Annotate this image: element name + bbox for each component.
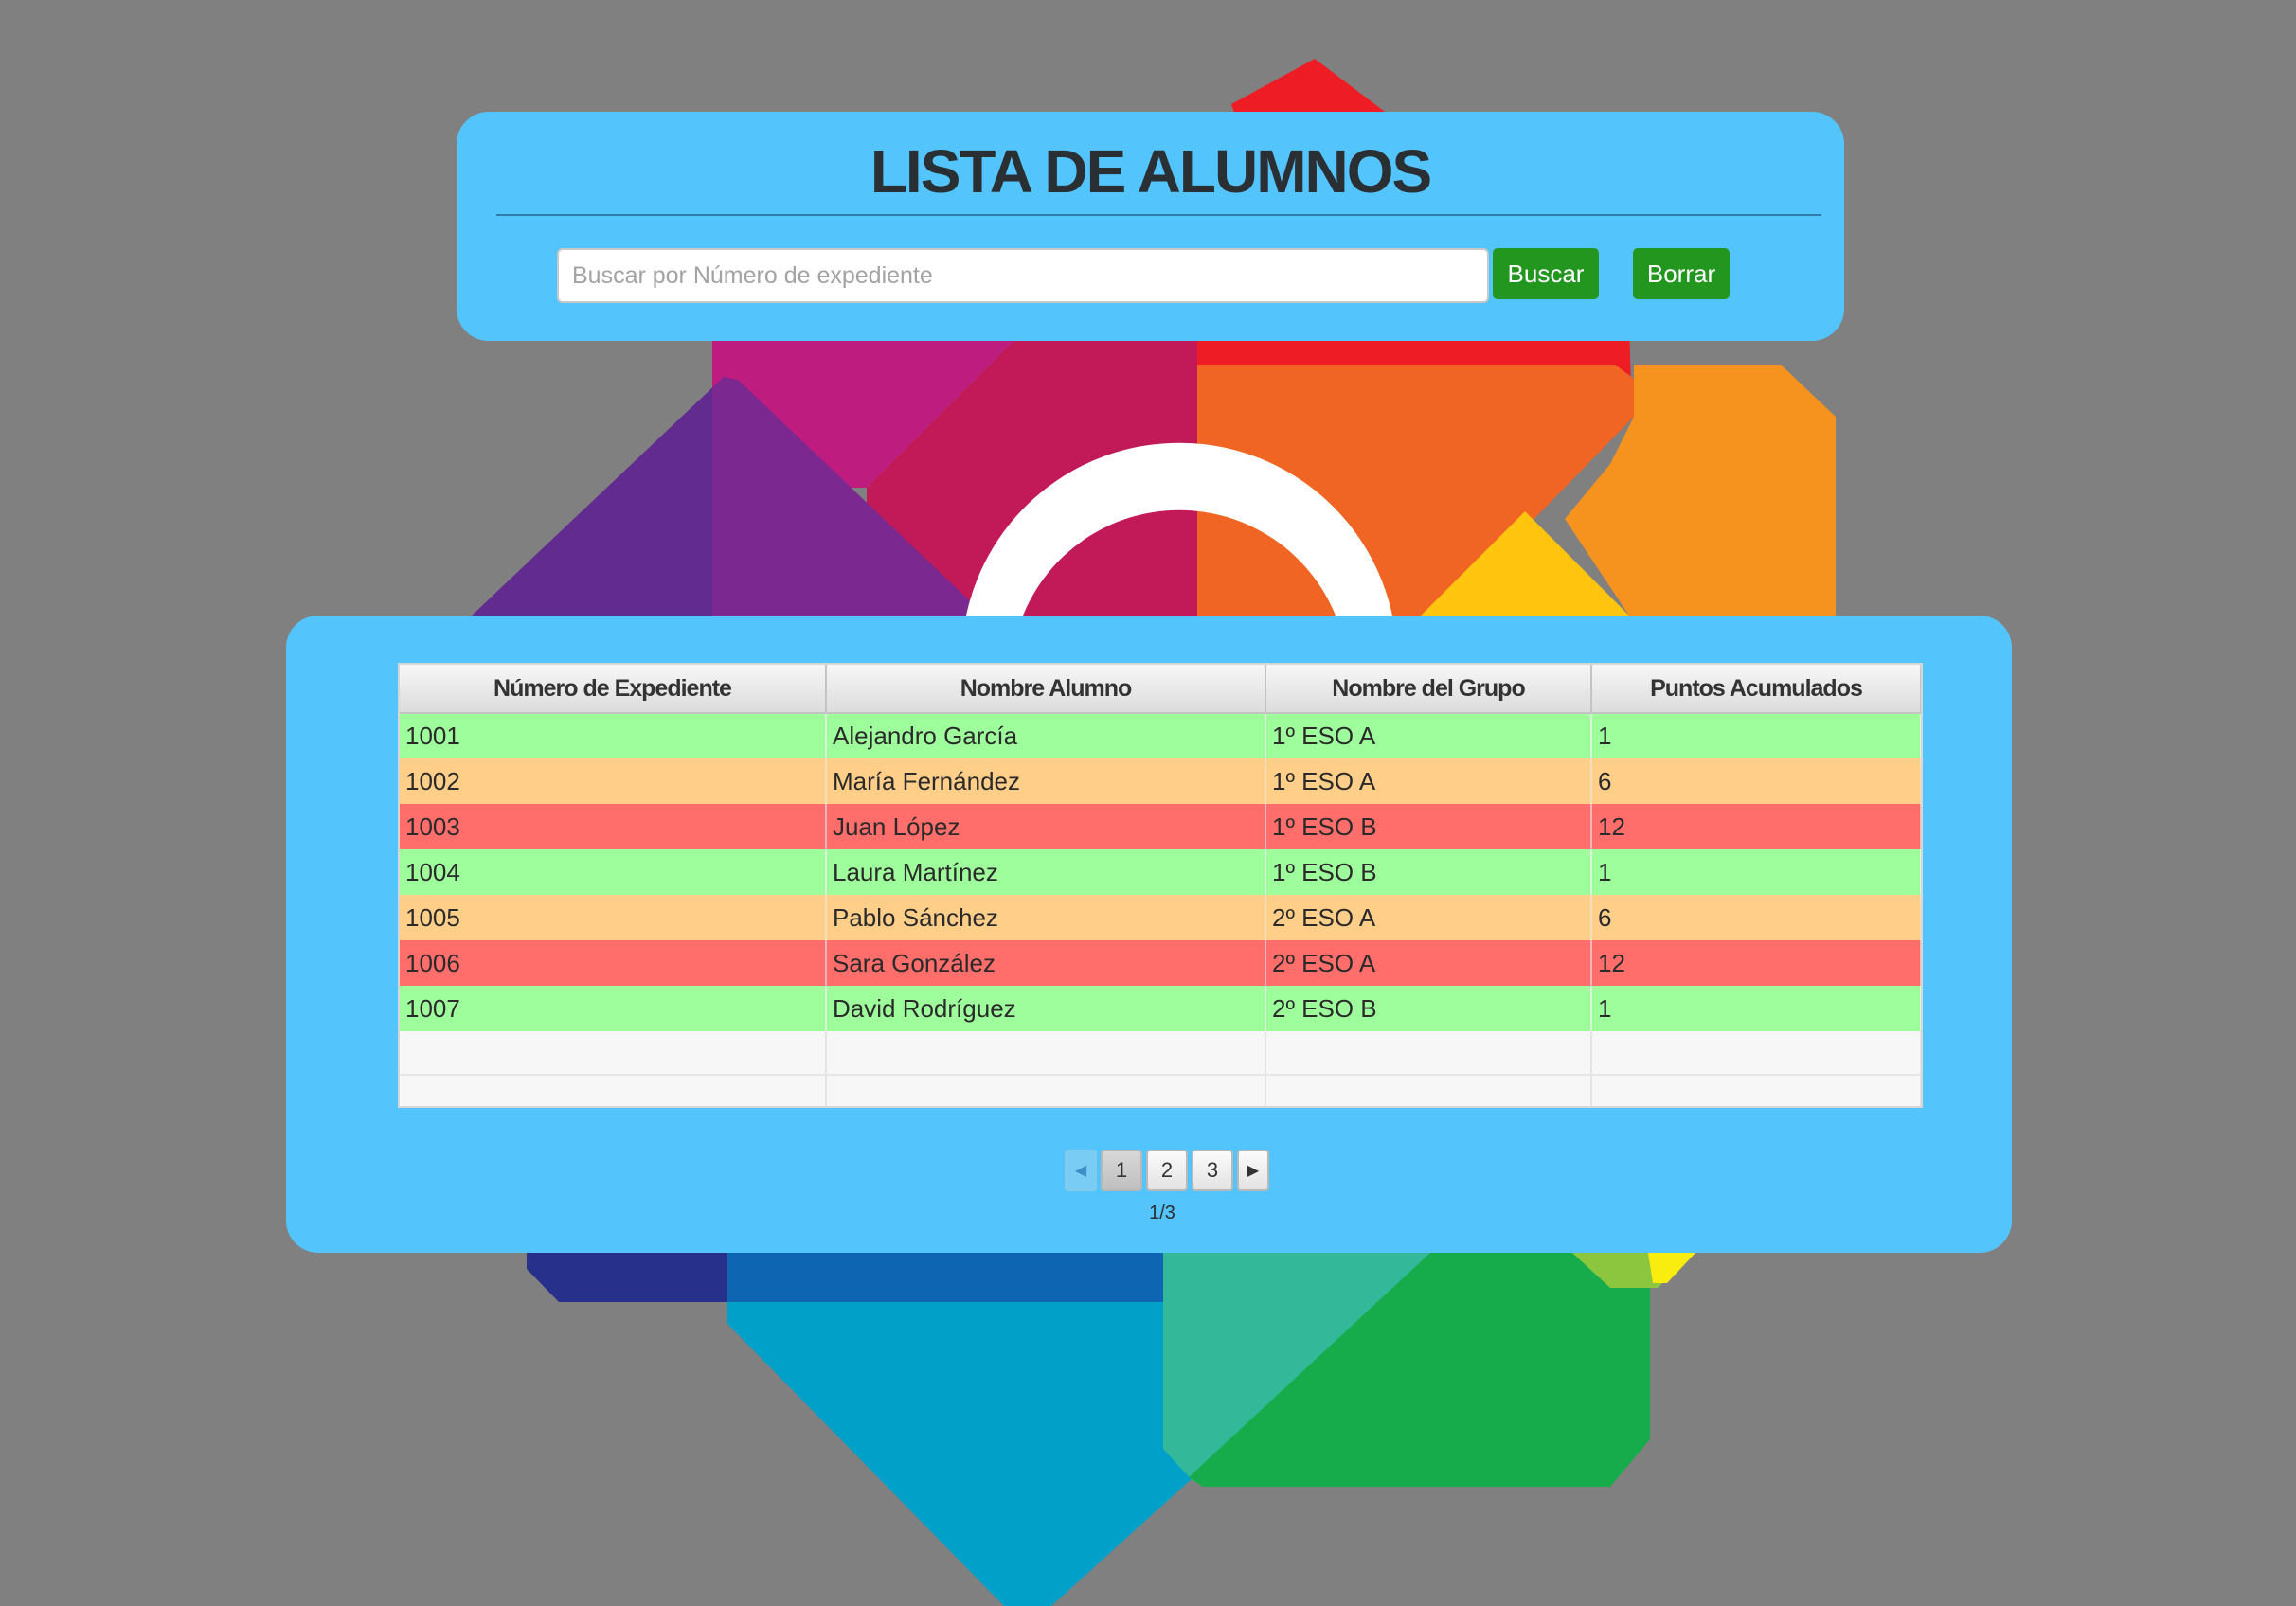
cell-grupo: 1º ESO B [1265,804,1592,849]
cell-puntos: 12 [1591,940,1921,986]
cell-expediente: 1007 [400,986,827,1031]
clear-button[interactable]: Borrar [1633,248,1730,299]
cell-nombre: Sara González [826,940,1266,986]
cell-grupo: 2º ESO A [1265,940,1592,986]
empty-row [400,1075,1921,1106]
table-row[interactable]: 1006 Sara González 2º ESO A 12 [400,940,1921,986]
empty-cell [826,1031,1266,1076]
page-button-1[interactable]: 1 [1101,1150,1142,1191]
cell-grupo: 1º ESO A [1265,713,1592,758]
empty-cell [400,1075,827,1106]
column-header-nombre[interactable]: Nombre Alumno [826,665,1266,714]
cell-nombre: Laura Martínez [826,849,1266,895]
column-header-expediente[interactable]: Número de Expediente [400,665,827,714]
empty-cell [400,1031,827,1076]
empty-cell [1591,1031,1921,1076]
table-row[interactable]: 1003 Juan López 1º ESO B 12 [400,804,1921,849]
cell-puntos: 1 [1591,986,1921,1031]
cell-puntos: 1 [1591,713,1921,758]
page-button-2[interactable]: 2 [1146,1150,1188,1191]
cell-puntos: 6 [1591,758,1921,804]
cell-nombre: María Fernández [826,758,1266,804]
table-header-row: Número de Expediente Nombre Alumno Nombr… [400,665,1921,714]
cell-expediente: 1001 [400,713,827,758]
triangle-left-icon: ◀ [1074,1163,1087,1179]
cell-puntos: 1 [1591,849,1921,895]
table-row[interactable]: 1001 Alejandro García 1º ESO A 1 [400,713,1921,758]
cell-nombre: Pablo Sánchez [826,895,1266,940]
cell-nombre: Alejandro García [826,713,1266,758]
empty-cell [826,1075,1266,1106]
cell-puntos: 6 [1591,895,1921,940]
table-row[interactable]: 1005 Pablo Sánchez 2º ESO A 6 [400,895,1921,940]
column-header-grupo[interactable]: Nombre del Grupo [1265,665,1592,714]
table-panel: Número de Expediente Nombre Alumno Nombr… [286,616,2012,1253]
students-table[interactable]: Número de Expediente Nombre Alumno Nombr… [398,663,1923,1108]
table-row[interactable]: 1004 Laura Martínez 1º ESO B 1 [400,849,1921,895]
cell-expediente: 1006 [400,940,827,986]
empty-cell [1591,1075,1921,1106]
prev-page-button[interactable]: ◀ [1065,1150,1097,1191]
cell-grupo: 2º ESO A [1265,895,1592,940]
header-panel: LISTA DE ALUMNOS Buscar Borrar [457,112,1844,341]
search-button[interactable]: Buscar [1493,248,1599,299]
next-page-button[interactable]: ▶ [1237,1150,1269,1191]
cell-grupo: 1º ESO B [1265,849,1592,895]
search-input[interactable] [557,248,1489,303]
table-row[interactable]: 1002 María Fernández 1º ESO A 6 [400,758,1921,804]
page-button-3[interactable]: 3 [1192,1150,1233,1191]
cell-grupo: 1º ESO A [1265,758,1592,804]
cell-nombre: Juan López [826,804,1266,849]
empty-row [400,1031,1921,1076]
cell-expediente: 1004 [400,849,827,895]
page-title: LISTA DE ALUMNOS [870,137,1432,205]
cell-expediente: 1005 [400,895,827,940]
cell-expediente: 1002 [400,758,827,804]
empty-cell [1265,1031,1592,1076]
page-indicator: 1/3 [1149,1203,1175,1223]
cell-grupo: 2º ESO B [1265,986,1592,1031]
triangle-right-icon: ▶ [1247,1163,1260,1179]
column-header-puntos[interactable]: Puntos Acumulados [1591,665,1921,714]
empty-cell [1265,1075,1592,1106]
table-row[interactable]: 1007 David Rodríguez 2º ESO B 1 [400,986,1921,1031]
cell-puntos: 12 [1591,804,1921,849]
title-divider [496,214,1821,216]
cell-expediente: 1003 [400,804,827,849]
cell-nombre: David Rodríguez [826,986,1266,1031]
